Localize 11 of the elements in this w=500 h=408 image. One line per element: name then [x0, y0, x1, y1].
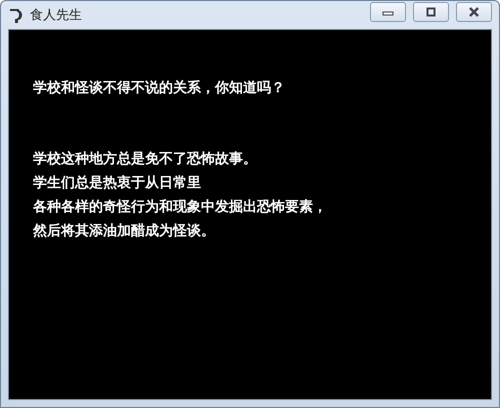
maximize-icon: [426, 7, 436, 17]
text-line: 各种各样的奇怪行为和现象中发掘出恐怖要素，: [33, 198, 328, 217]
close-button[interactable]: [456, 2, 492, 22]
text-line: 学校和怪谈不得不说的关系，你知道吗？: [33, 79, 286, 98]
text-line: 然后将其添油加醋成为怪谈。: [33, 222, 216, 241]
maximize-button[interactable]: [413, 2, 449, 22]
text-line: 学生们总是热衷于从日常里: [33, 174, 202, 193]
text-line: 学校这种地方总是免不了恐怖故事。: [33, 150, 258, 169]
window-title: 食人先生: [30, 7, 83, 24]
close-icon: [468, 6, 480, 18]
minimize-button[interactable]: [370, 2, 406, 22]
